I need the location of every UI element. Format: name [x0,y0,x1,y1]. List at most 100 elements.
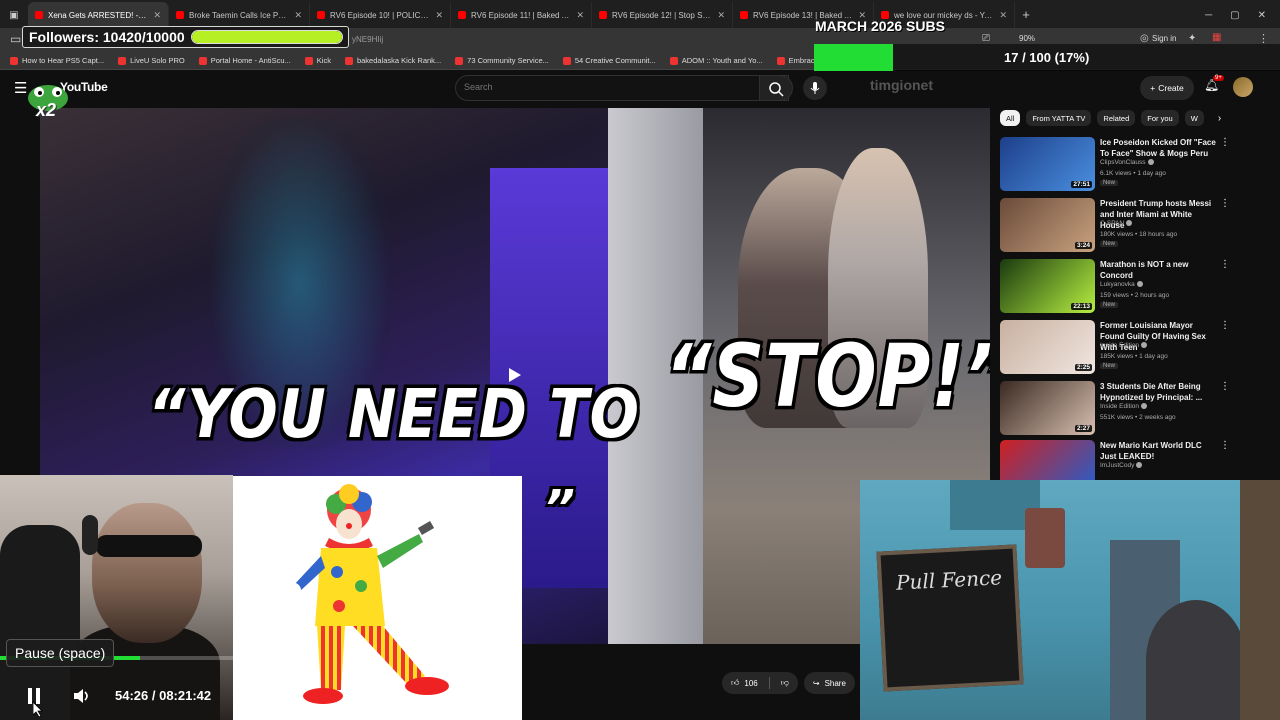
browser-tab[interactable]: RV6 Episode 12! | Stop Speeding ✕ [592,2,733,28]
chalkboard-text: Pull Fence [895,565,1003,595]
youtube-favicon-icon [458,11,466,19]
back-icon[interactable]: ▭ [10,32,21,46]
share-button[interactable]: ↪ Share [803,672,855,694]
plus-icon: + [1150,83,1156,93]
tab-close-icon[interactable]: ✕ [153,10,161,21]
create-button[interactable]: + Create [1140,76,1194,100]
bookmark-item[interactable]: bakedalaska Kick Rank... [344,56,442,65]
bookmark-item[interactable]: How to Hear PS5 Capt... [10,56,104,65]
filter-chips: All From YATTA TV Related For you W › [1000,110,1221,126]
tab-search-icon[interactable]: ▣ [0,2,28,28]
more-options-icon[interactable]: ⋮ [1220,137,1230,148]
volume-icon[interactable] [72,686,92,706]
video-thumbnail[interactable]: 3:24 [1000,198,1095,252]
new-badge: New [1100,302,1119,308]
chevron-right-icon[interactable]: › [1218,113,1221,124]
bookmark-item[interactable]: Portal Home - AntiScu... [198,56,291,65]
browser-tab[interactable]: Broke Taemin Calls Ice Poseidon ✕ [169,2,310,28]
recommendation-item[interactable]: 2:25 Former Louisiana Mayor Found Guilty … [1000,320,1240,376]
filter-chip[interactable]: For you [1141,110,1179,126]
new-badge: New [1100,180,1119,186]
search-button[interactable] [759,75,793,101]
more-options-icon[interactable]: ⋮ [1220,440,1230,451]
browser-tab[interactable]: RV6 Episode 10! | POLICE Called ✕ [310,2,451,28]
chalkboard: Pull Fence [876,544,1024,692]
bookmark-label: bakedalaska Kick Rank... [356,56,442,65]
caption-line-4: ” [544,480,576,536]
tab-close-icon[interactable]: ✕ [294,10,302,21]
bookmark-favicon-icon [304,56,313,65]
recommendation-item[interactable]: 2:27 3 Students Die After Being Hypnotize… [1000,381,1240,437]
video-thumbnail[interactable]: 2:25 [1000,320,1095,374]
tab-close-icon[interactable]: ✕ [717,10,725,21]
video-title[interactable]: Marathon is NOT a new Concord [1100,259,1218,281]
bookmark-item[interactable]: 73 Community Service... [455,56,549,65]
channel-name[interactable]: C-SPAN [1100,220,1133,227]
bookmark-label: Portal Home - AntiScu... [210,56,291,65]
url-text[interactable]: yNE9HIij [352,35,383,44]
thumbs-down-icon[interactable]: 👎︎ [781,678,789,688]
video-meta: 6.1K views • 1 day ago [1100,170,1166,177]
bookmark-item[interactable]: LiveU Solo PRO [118,56,185,65]
like-count: 106 [744,678,758,688]
video-title[interactable]: New Mario Kart World DLC Just LEAKED! [1100,440,1218,462]
play-icon[interactable] [505,366,523,384]
bookmark-favicon-icon [118,56,127,65]
bookmark-item[interactable]: 54 Creative Communit... [562,56,656,65]
channel-name[interactable]: ImJustCody [1100,462,1143,469]
headset [82,515,98,555]
more-options-icon[interactable]: ⋮ [1220,381,1230,392]
more-options-icon[interactable]: ⋮ [1220,259,1230,270]
video-thumbnail[interactable]: 22:13 [1000,259,1095,313]
avatar[interactable] [1233,77,1253,97]
thumbs-up-icon: 👍︎ [731,678,740,687]
browser-tab[interactable]: RV6 Episode 11! | Baked Alaska ✕ [451,2,592,28]
like-button[interactable]: 👍︎ 106 👎︎ [722,672,798,694]
channel-name-text: Inside Edition [1100,403,1140,410]
clown-image [233,476,522,720]
recommendation-item[interactable]: 3:24 President Trump hosts Messi and Inte… [1000,198,1240,254]
wall-picture [1025,508,1065,568]
guest-head [1146,600,1246,720]
channel-name[interactable]: Inside Edition [1100,403,1148,410]
subs-progress-label: 17 / 100 (17%) [1004,50,1090,65]
search-input[interactable] [464,82,744,92]
bookmark-item[interactable]: Kick [304,56,331,65]
bookmark-favicon-icon [669,56,678,65]
filter-chip[interactable]: From YATTA TV [1026,110,1092,126]
mouse-cursor-icon [33,702,43,718]
bookmark-label: ADOM :: Youth and Yo... [681,56,763,65]
tab-close-icon[interactable]: ✕ [435,10,443,21]
channel-name[interactable]: Inside Edition [1100,342,1148,349]
notification-count-badge: 9+ [1213,75,1224,81]
video-duration: 2:25 [1074,364,1092,371]
tab-close-icon[interactable]: ✕ [576,10,584,21]
channel-name-text: C-SPAN [1100,220,1125,227]
channel-name[interactable]: ClipsVonClauss [1100,159,1154,166]
more-options-icon[interactable]: ⋮ [1220,198,1230,209]
video-title[interactable]: 3 Students Die After Being Hypnotized by… [1100,381,1218,403]
recommendation-item[interactable]: 22:13 Marathon is NOT a new Concord Lukyan… [1000,259,1240,315]
youtube-header: ☰ YouTube timgionet + Create 🔔︎ 9+ [0,70,1280,106]
new-badge: New [1100,241,1119,247]
share-label: Share [824,678,846,688]
video-meta: 180K views • 18 hours ago [1100,231,1178,238]
followers-label: Followers: 10420/10000 [29,29,185,45]
caption-line-2: “STOP!” [665,325,990,427]
filter-chip[interactable]: Related [1097,110,1136,126]
video-thumbnail[interactable]: 27:51 [1000,137,1095,191]
more-options-icon[interactable]: ⋮ [1220,320,1230,331]
channel-name-text: Lukyanovka [1100,281,1135,288]
filter-chip[interactable]: All [1000,110,1021,126]
video-thumbnail[interactable]: 2:27 [1000,381,1095,435]
video-duration: 27:51 [1071,181,1092,188]
sunglasses [96,535,202,557]
video-title[interactable]: Ice Poseidon Kicked Off "Face To Face" S… [1100,137,1218,159]
channel-name[interactable]: Lukyanovka [1100,281,1143,288]
browser-tab[interactable]: Xena Gets ARRESTED! - Dr ✕ [28,2,169,28]
recommendation-item[interactable]: 27:51 Ice Poseidon Kicked Off "Face To Fa… [1000,137,1240,193]
voice-search-button[interactable] [803,76,827,100]
tab-label: RV6 Episode 11! | Baked Alaska [471,10,571,20]
bookmark-item[interactable]: ADOM :: Youth and Yo... [669,56,763,65]
filter-chip[interactable]: W [1184,110,1204,126]
